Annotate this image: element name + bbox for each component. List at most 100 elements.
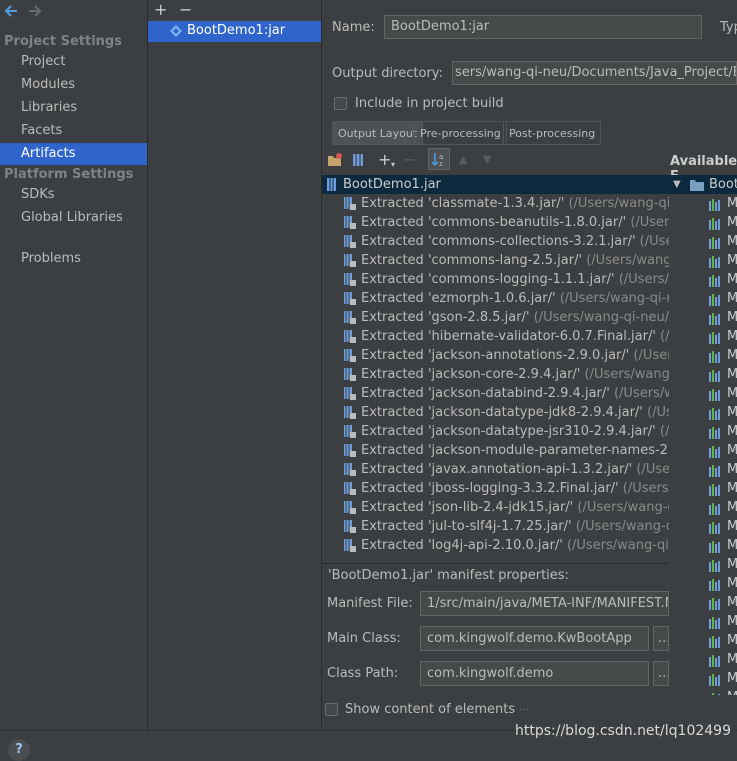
forward-arrow-icon[interactable] [28, 4, 42, 22]
name-field[interactable]: BootDemo1:jar [384, 15, 702, 39]
tree-row-path: (/Users/ [636, 462, 669, 477]
remove-artifact-button[interactable]: − [179, 0, 192, 19]
archive-icon[interactable] [352, 153, 364, 171]
add-dropdown-arrow-icon[interactable]: ▾ [391, 160, 395, 169]
move-up-icon[interactable]: ▲ [459, 153, 467, 166]
new-folder-icon[interactable] [327, 153, 342, 171]
library-icon [709, 350, 723, 363]
tree-row[interactable]: Extracted 'jboss-logging-3.3.2.Final.jar… [322, 479, 669, 498]
available-item[interactable]: M [669, 650, 737, 669]
available-item[interactable]: M [669, 365, 737, 384]
tree-row[interactable]: Extracted 'classmate-1.3.4.jar/' (/Users… [322, 194, 669, 213]
tree-row[interactable]: Extracted 'ezmorph-1.0.6.jar/' (/Users/w… [322, 289, 669, 308]
available-item[interactable]: M [669, 346, 737, 365]
extracted-directory-icon [343, 292, 356, 305]
available-item[interactable]: M [669, 327, 737, 346]
help-button[interactable]: ? [8, 739, 30, 761]
sort-icon[interactable]: az [428, 148, 450, 170]
nav-item-facets[interactable]: Facets [0, 120, 147, 142]
nav-item-project[interactable]: Project [0, 51, 147, 73]
extracted-directory-icon [343, 425, 356, 438]
move-down-icon[interactable]: ▼ [483, 153, 491, 166]
available-root-row[interactable]: ▼ Boot [669, 175, 737, 194]
available-item[interactable]: M [669, 498, 737, 517]
available-item-label: M [727, 329, 737, 344]
extracted-directory-icon [343, 501, 356, 514]
tree-row[interactable]: Extracted 'commons-beanutils-1.8.0.jar/'… [322, 213, 669, 232]
tree-row[interactable]: Extracted 'commons-logging-1.1.1.jar/' (… [322, 270, 669, 289]
available-item[interactable]: M [669, 688, 737, 695]
tree-row[interactable]: Extracted 'hibernate-validator-6.0.7.Fin… [322, 327, 669, 346]
nav-item-global-libraries[interactable]: Global Libraries [0, 207, 147, 229]
class-path-browse-button[interactable]: ... [653, 661, 669, 686]
available-elements-tree[interactable]: ▼ Boot MMMMMMMMMMMMMMMMMMMMMMMMMMM [669, 175, 737, 695]
tab-post-processing[interactable]: Post-processing [503, 121, 602, 145]
available-item[interactable]: M [669, 441, 737, 460]
available-item-label: M [727, 215, 737, 230]
available-item[interactable]: M [669, 593, 737, 612]
available-item[interactable]: M [669, 194, 737, 213]
class-path-field[interactable]: com.kingwolf.demo [420, 661, 649, 686]
tree-row[interactable]: Extracted 'jackson-datatype-jdk8-2.9.4.j… [322, 403, 669, 422]
nav-item-libraries[interactable]: Libraries [0, 97, 147, 119]
available-item[interactable]: M [669, 612, 737, 631]
available-item[interactable]: M [669, 270, 737, 289]
tree-row[interactable]: Extracted 'jackson-core-2.9.4.jar/' (/Us… [322, 365, 669, 384]
tree-row-label: Extracted 'jackson-datatype-jsr310-2.9.4… [361, 424, 656, 439]
tree-row[interactable]: Extracted 'jackson-databind-2.9.4.jar/' … [322, 384, 669, 403]
available-item[interactable]: M [669, 384, 737, 403]
show-content-checkbox[interactable] [325, 703, 338, 716]
available-item[interactable]: M [669, 574, 737, 593]
tree-row[interactable]: Extracted 'jackson-module-parameter-name… [322, 441, 669, 460]
nav-item-artifacts[interactable]: Artifacts [0, 143, 147, 165]
tab-pre-processing[interactable]: Pre-processing [414, 121, 507, 145]
add-element-button[interactable]: + [378, 150, 391, 169]
nav-item-problems[interactable]: Problems [0, 248, 147, 270]
tree-row[interactable]: Extracted 'gson-2.8.5.jar/' (/Users/wang… [322, 308, 669, 327]
library-icon [709, 521, 723, 534]
available-item[interactable]: M [669, 403, 737, 422]
tree-row[interactable]: Extracted 'jackson-datatype-jsr310-2.9.4… [322, 422, 669, 441]
main-class-browse-button[interactable]: ... [653, 626, 669, 651]
output-directory-field[interactable]: sers/wang-qi-neu/Documents/Java_Project/… [452, 61, 737, 85]
expand-arrow-icon[interactable]: ▼ [673, 175, 681, 194]
tree-row[interactable]: Extracted 'jul-to-slf4j-1.7.25.jar/' (/U… [322, 517, 669, 536]
main-class-field[interactable]: com.kingwolf.demo.KwBootApp [420, 626, 649, 651]
available-item[interactable]: M [669, 289, 737, 308]
tree-row[interactable]: Extracted 'commons-collections-3.2.1.jar… [322, 232, 669, 251]
tree-row[interactable]: Extracted 'json-lib-2.4-jdk15.jar/' (/Us… [322, 498, 669, 517]
available-item[interactable]: M [669, 631, 737, 650]
remove-element-button[interactable]: − [403, 150, 416, 169]
tree-row[interactable]: Extracted 'commons-lang-2.5.jar/' (/User… [322, 251, 669, 270]
tree-row-path: (/Users/wang-qi-ne [568, 196, 669, 211]
add-artifact-button[interactable]: + [154, 0, 167, 19]
available-item[interactable]: M [669, 308, 737, 327]
available-item-label: M [727, 538, 737, 553]
available-item[interactable]: M [669, 232, 737, 251]
available-item[interactable]: M [669, 517, 737, 536]
available-item[interactable]: M [669, 422, 737, 441]
manifest-file-label: Manifest File: [327, 596, 413, 611]
available-item[interactable]: M [669, 555, 737, 574]
available-item[interactable]: M [669, 479, 737, 498]
tab-output-layout[interactable]: Output Layout [332, 121, 424, 145]
available-item[interactable]: M [669, 669, 737, 688]
nav-item-sdks[interactable]: SDKs [0, 184, 147, 206]
available-item[interactable]: M [669, 536, 737, 555]
back-arrow-icon[interactable] [4, 4, 18, 22]
available-item[interactable]: M [669, 213, 737, 232]
tree-row-label: Extracted 'jul-to-slf4j-1.7.25.jar/' [361, 519, 572, 534]
tree-row[interactable]: Extracted 'jackson-annotations-2.9.0.jar… [322, 346, 669, 365]
available-item[interactable]: M [669, 460, 737, 479]
available-item[interactable]: M [669, 251, 737, 270]
nav-item-modules[interactable]: Modules [0, 74, 147, 96]
watermark-text: https://blog.csdn.net/lq102499 [515, 723, 731, 739]
output-layout-tree[interactable]: BootDemo1.jar Extracted 'classmate-1.3.4… [322, 175, 669, 565]
include-in-build-checkbox[interactable] [334, 97, 347, 110]
artifact-item-selected[interactable]: BootDemo1:jar [148, 21, 321, 42]
tree-row[interactable]: Extracted 'javax.annotation-api-1.3.2.ja… [322, 460, 669, 479]
library-icon [709, 597, 723, 610]
tree-row[interactable]: Extracted 'log4j-api-2.10.0.jar/' (/User… [322, 536, 669, 555]
tree-root-row[interactable]: BootDemo1.jar [322, 175, 669, 194]
manifest-file-field[interactable]: 1/src/main/java/META-INF/MANIFEST.MF [420, 591, 669, 616]
